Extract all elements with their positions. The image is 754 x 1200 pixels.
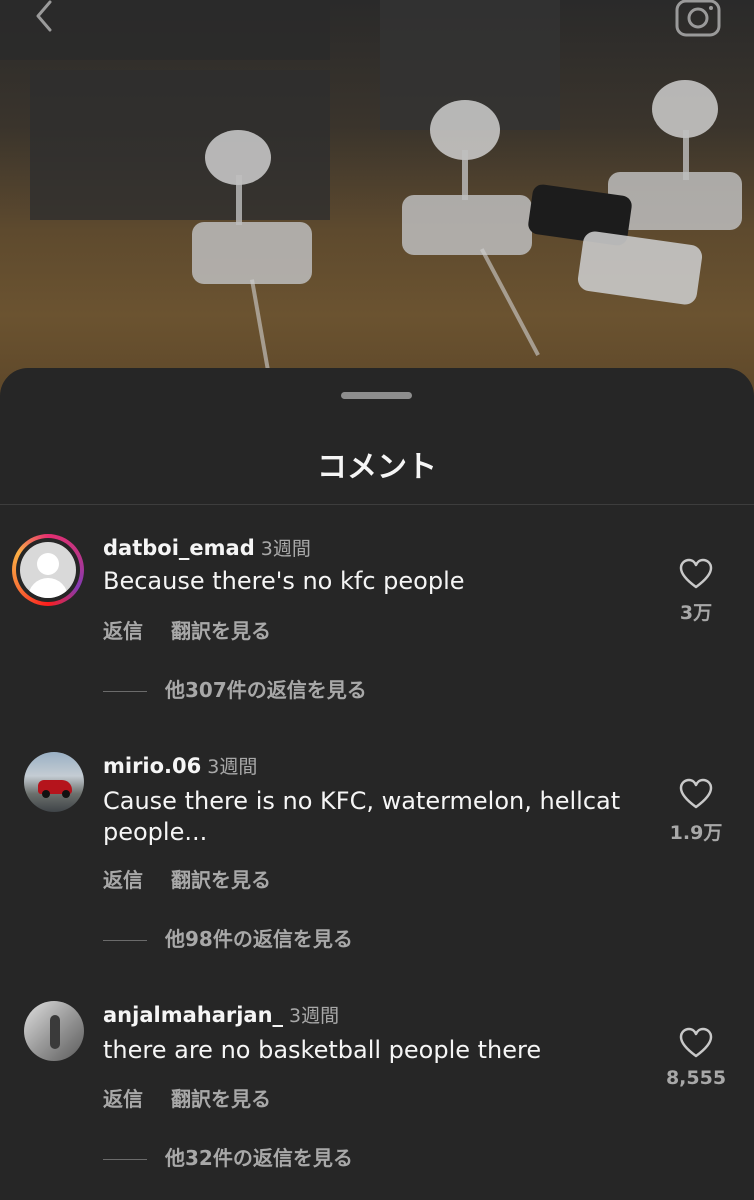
view-replies-label[interactable]: 他98件の返信を見る: [165, 927, 353, 951]
comment-text: there are no basketball people there: [103, 1036, 542, 1064]
comment-username[interactable]: anjalmaharjan_ 3週間: [103, 1001, 339, 1028]
username-text[interactable]: mirio.06: [103, 754, 201, 778]
replies-line: [103, 940, 147, 941]
like-count: 1.9万: [669, 822, 723, 844]
like-control: 1.9万: [660, 778, 732, 845]
see-translation-button[interactable]: 翻訳を見る: [171, 868, 271, 892]
comment-text: Cause there is no KFC, watermelon, hellc…: [103, 787, 621, 846]
like-control: 3万: [660, 558, 732, 625]
comment-username[interactable]: datboi_emad 3週間: [103, 534, 311, 561]
avatar[interactable]: [24, 1001, 84, 1061]
like-count: 8,555: [665, 1067, 727, 1089]
view-replies-button[interactable]: 他98件の返信を見る: [103, 923, 353, 952]
view-replies-button[interactable]: 他32件の返信を見る: [103, 1142, 353, 1171]
chevron-left-icon[interactable]: [30, 0, 64, 34]
comment-time: 3週間: [289, 1005, 340, 1027]
heart-icon[interactable]: [679, 558, 713, 590]
avatar[interactable]: [12, 534, 84, 606]
divider: [0, 504, 754, 505]
username-text[interactable]: datboi_emad: [103, 536, 255, 560]
heart-icon[interactable]: [679, 1027, 713, 1059]
comment-actions: 返信 翻訳を見る: [103, 1083, 299, 1112]
comment-actions: 返信 翻訳を見る: [103, 864, 299, 893]
reply-button[interactable]: 返信: [103, 1087, 143, 1111]
like-control: 8,555: [660, 1027, 732, 1089]
reply-button[interactable]: 返信: [103, 619, 143, 643]
comment-item: anjalmaharjan_ 3週間 there are no basketbal…: [0, 1001, 754, 1171]
username-text[interactable]: anjalmaharjan_: [103, 1003, 283, 1027]
avatar[interactable]: [24, 752, 84, 812]
reply-button[interactable]: 返信: [103, 868, 143, 892]
see-translation-button[interactable]: 翻訳を見る: [171, 1087, 271, 1111]
see-translation-button[interactable]: 翻訳を見る: [171, 619, 271, 643]
comment-username[interactable]: mirio.06 3週間: [103, 752, 257, 779]
like-count: 3万: [679, 602, 713, 624]
comment-time: 3週間: [207, 756, 258, 778]
comment-time: 3週間: [260, 538, 311, 560]
view-replies-button[interactable]: 他307件の返信を見る: [103, 674, 367, 703]
camera-icon[interactable]: [674, 0, 722, 38]
sheet-grabber[interactable]: [341, 392, 412, 399]
comment-item: mirio.06 3週間 Cause there is no KFC, water…: [0, 752, 754, 952]
background-video-frame: [0, 0, 754, 420]
heart-icon[interactable]: [679, 778, 713, 810]
comment-text: Because there's no kfc people: [103, 567, 465, 595]
default-profile-icon: [20, 542, 76, 598]
sheet-title: コメント: [317, 450, 437, 485]
replies-line: [103, 691, 147, 692]
view-replies-label[interactable]: 他32件の返信を見る: [165, 1146, 353, 1170]
comment-actions: 返信 翻訳を見る: [103, 615, 299, 644]
comments-sheet: コメント datboi_emad 3週間 Because there's no k…: [0, 368, 754, 1200]
view-replies-label[interactable]: 他307件の返信を見る: [165, 678, 367, 702]
replies-line: [103, 1159, 147, 1160]
comment-item: datboi_emad 3週間 Because there's no kfc pe…: [0, 534, 754, 704]
